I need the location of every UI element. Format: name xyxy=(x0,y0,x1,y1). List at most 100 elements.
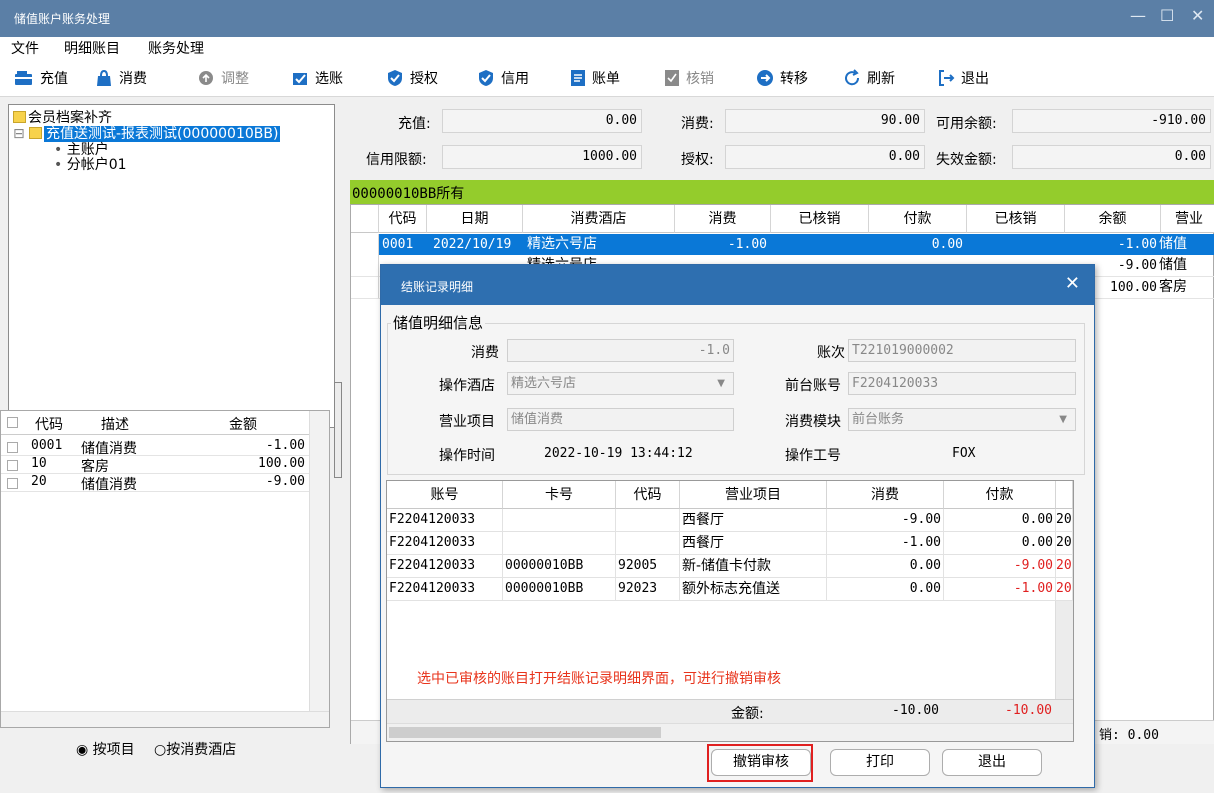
col-balance[interactable]: 余额 xyxy=(1065,205,1161,233)
menu-accounting[interactable]: 账务处理 xyxy=(148,38,204,58)
time-value: 2022-10-19 13:44:12 xyxy=(544,446,693,461)
menu-detail-accounts[interactable]: 明细账目 xyxy=(64,38,120,58)
consume-label: 消费 xyxy=(471,345,499,361)
horizontal-scrollbar[interactable] xyxy=(387,723,1073,741)
col-date[interactable]: 日期 xyxy=(427,205,523,233)
operator-value: FOX xyxy=(952,446,976,461)
dialog-exit-button[interactable]: 退出 xyxy=(942,749,1042,776)
writeoff-icon xyxy=(664,69,680,87)
item-summary-grid: 代码 描述 金额 0001 储值消费 -1.00 10 客房 100.00 20… xyxy=(0,410,330,728)
authorize-shield-icon xyxy=(386,69,404,87)
bullet-icon: • xyxy=(54,142,63,158)
module-label: 消费模块 xyxy=(785,414,841,430)
operator-label: 操作工号 xyxy=(785,448,841,464)
col-business-item[interactable]: 营业项目 xyxy=(680,481,827,509)
tree-expander[interactable]: ⊟ xyxy=(13,127,25,142)
undo-audit-button[interactable]: 撤销审核 xyxy=(711,749,811,776)
closing-record-dialog: 结账记录明细 ✕ 储值明细信息 消费 -1.0 账次 T221019000002… xyxy=(380,264,1095,788)
dialog-close-button[interactable]: ✕ xyxy=(1065,273,1080,294)
module-select[interactable]: 前台账务 ▼ xyxy=(848,408,1076,431)
grid-header: 代码 描述 金额 xyxy=(1,411,309,435)
adjust-button[interactable]: 调整 xyxy=(197,67,249,89)
available-label: 可用余额: xyxy=(936,116,997,132)
scrollbar-thumb[interactable] xyxy=(389,727,661,738)
col-extra[interactable] xyxy=(1056,481,1073,509)
bill-button[interactable]: 账单 xyxy=(570,67,620,89)
item-label: 营业项目 xyxy=(439,414,495,430)
col-code[interactable]: 代码 xyxy=(616,481,680,509)
bill-icon xyxy=(570,69,586,87)
radio-by-item[interactable]: ◉ 按项目 xyxy=(76,739,135,759)
row-checkbox[interactable] xyxy=(7,478,18,489)
minimize-button[interactable]: — xyxy=(1130,6,1146,25)
dialog-title: 结账记录明细 xyxy=(401,280,474,294)
recharge-button[interactable]: 充值 xyxy=(14,67,68,89)
credit-shield-icon xyxy=(477,69,495,87)
table-row[interactable]: 20 储值消费 -9.00 xyxy=(1,474,309,493)
folder-icon xyxy=(13,111,26,123)
expired-label: 失效金额: xyxy=(936,152,997,168)
window-titlebar: 储值账户账务处理 — ☐ ✕ xyxy=(0,0,1214,37)
bullet-icon: • xyxy=(54,157,63,173)
select-account-button[interactable]: 选账 xyxy=(291,67,343,89)
vertical-scrollbar[interactable] xyxy=(309,411,329,711)
maximize-button[interactable]: ☐ xyxy=(1160,6,1174,25)
col-business[interactable]: 营业 xyxy=(1161,205,1214,233)
menu-file[interactable]: 文件 xyxy=(11,38,39,58)
window-title: 储值账户账务处理 xyxy=(14,12,111,26)
item-field[interactable]: 储值消费 xyxy=(507,408,734,431)
col-amount[interactable]: 金额 xyxy=(229,414,257,434)
consume-field[interactable]: -1.0 xyxy=(507,339,734,362)
tree-node-account[interactable]: 充值送测试-报表测试(00000010BB) xyxy=(29,126,281,142)
folder-icon xyxy=(29,127,42,139)
col-hotel[interactable]: 消费酒店 xyxy=(523,205,675,233)
folio-field[interactable]: T221019000002 xyxy=(848,339,1076,362)
col-desc[interactable]: 描述 xyxy=(101,414,129,434)
credit-button[interactable]: 信用 xyxy=(477,67,529,89)
transfer-button[interactable]: 转移 xyxy=(756,67,808,89)
col-card[interactable]: 卡号 xyxy=(503,481,616,509)
authorize-button[interactable]: 授权 xyxy=(386,67,438,89)
recharge-label: 充值: xyxy=(398,116,431,132)
dialog-titlebar: 结账记录明细 ✕ xyxy=(381,265,1094,305)
col-written-off-2[interactable]: 已核销 xyxy=(967,205,1065,233)
col-consume[interactable]: 消费 xyxy=(675,205,771,233)
horizontal-scrollbar[interactable] xyxy=(1,711,329,727)
exit-icon xyxy=(937,69,955,87)
consume-button[interactable]: 消费 xyxy=(95,67,147,89)
recharge-card-icon xyxy=(14,70,34,86)
row-indicator-column xyxy=(351,234,379,298)
print-button[interactable]: 打印 xyxy=(830,749,930,776)
tree-node-sub-account[interactable]: • 分帐户01 xyxy=(54,158,127,173)
select-all-checkbox[interactable] xyxy=(7,417,18,428)
dropdown-arrow-icon: ▼ xyxy=(717,378,725,389)
exit-button[interactable]: 退出 xyxy=(937,67,989,89)
panel-splitter[interactable] xyxy=(334,382,342,478)
table-row[interactable]: 0001 储值消费 -1.00 xyxy=(1,438,309,457)
dropdown-arrow-icon: ▼ xyxy=(1059,414,1067,425)
tree-node-root[interactable]: 会员档案补齐 xyxy=(13,111,112,126)
hotel-label: 操作酒店 xyxy=(439,378,495,394)
tree-node-main-account[interactable]: • 主账户 xyxy=(54,143,109,158)
hotel-select[interactable]: 精选六号店 ▼ xyxy=(507,372,734,395)
writeoff-button[interactable]: 核销 xyxy=(664,67,714,89)
front-account-field[interactable]: F2204120033 xyxy=(848,372,1076,395)
close-button[interactable]: ✕ xyxy=(1191,6,1204,25)
col-code[interactable]: 代码 xyxy=(379,205,427,233)
col-code[interactable]: 代码 xyxy=(35,414,63,434)
col-consume[interactable]: 消费 xyxy=(827,481,944,509)
row-checkbox[interactable] xyxy=(7,460,18,471)
col-written-off[interactable]: 已核销 xyxy=(771,205,869,233)
radio-by-hotel[interactable]: ○按消费酒店 xyxy=(154,739,236,759)
table-row[interactable]: 10 客房 100.00 xyxy=(1,456,309,475)
credit-field: 1000.00 xyxy=(442,145,642,169)
auth-label: 授权: xyxy=(681,152,714,168)
col-payment[interactable]: 付款 xyxy=(944,481,1056,509)
refresh-button[interactable]: 刷新 xyxy=(843,67,895,89)
row-indicator-header xyxy=(351,205,379,233)
col-payment[interactable]: 付款 xyxy=(869,205,967,233)
recharge-field: 0.00 xyxy=(442,109,642,133)
row-checkbox[interactable] xyxy=(7,442,18,453)
consume-label: 消费: xyxy=(681,116,714,132)
col-account[interactable]: 账号 xyxy=(387,481,503,509)
